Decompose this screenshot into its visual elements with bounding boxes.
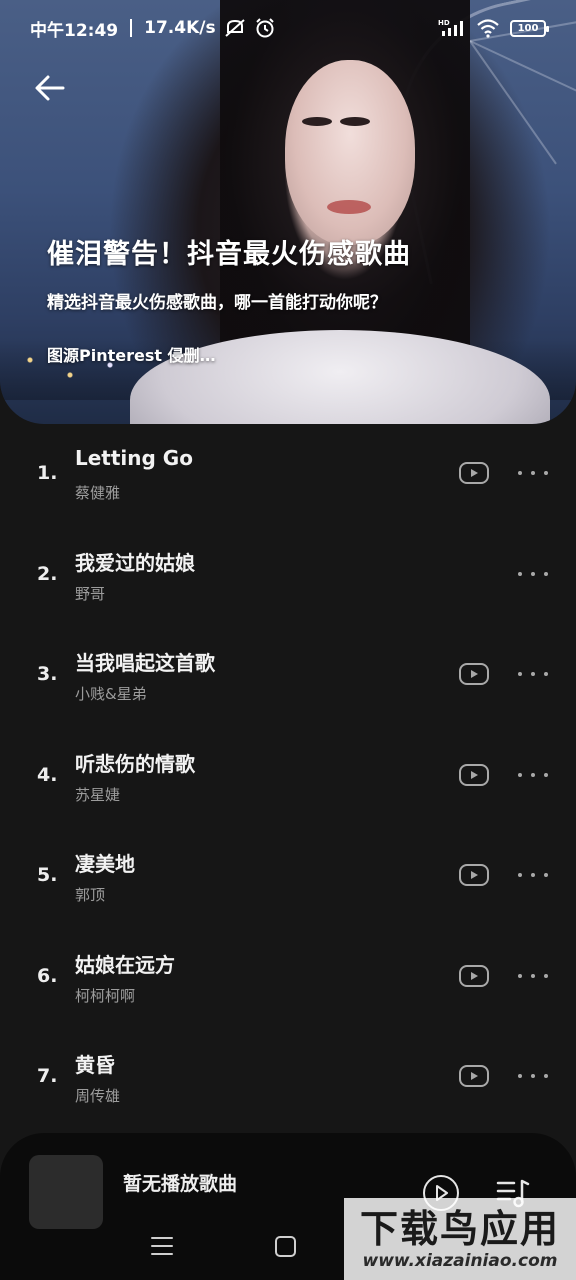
mute-icon (224, 19, 245, 37)
more-options-button[interactable] (518, 866, 548, 884)
playlist-description-more[interactable]: 图源Pinterest 侵删… (47, 342, 216, 366)
mv-button[interactable] (459, 1065, 489, 1087)
song-index: 6. (37, 964, 58, 987)
song-row[interactable]: 4. 听悲伤的情歌 苏星婕 (0, 726, 576, 827)
battery-level: 100 (517, 22, 539, 34)
more-dots-icon (531, 672, 535, 676)
song-title: 当我唱起这首歌 (75, 651, 215, 675)
battery-icon: 100 (510, 19, 549, 37)
song-title: 我爱过的姑娘 (75, 550, 195, 575)
song-title: 听悲伤的情歌 (75, 751, 195, 776)
video-play-icon (471, 770, 478, 779)
playlist-subtitle: 精选抖音最火伤感歌曲，哪一首能打动你呢？ (47, 293, 387, 313)
menu-line (151, 1245, 173, 1247)
menu-line (151, 1253, 173, 1255)
more-dots-icon (544, 571, 548, 576)
status-separator (130, 19, 133, 37)
song-title: Letting Go (75, 446, 193, 470)
more-dots-icon (544, 873, 548, 877)
more-dots-icon (518, 1074, 522, 1078)
song-row[interactable]: 1. Letting Go 蔡健雅 (0, 424, 576, 525)
more-dots-icon (544, 672, 548, 676)
more-options-button[interactable] (518, 464, 548, 482)
mv-button[interactable] (459, 864, 489, 886)
more-dots-icon (531, 873, 535, 877)
more-dots-icon (518, 471, 522, 475)
mv-button[interactable] (459, 964, 489, 987)
song-artist: 野哥 (75, 584, 106, 603)
song-artist: 蔡健雅 (75, 484, 121, 502)
watermark-url: www.xiazainiao.com (362, 1251, 558, 1271)
more-options-button[interactable] (518, 665, 548, 683)
song-index: 1. (37, 462, 58, 484)
now-playing-text: 暂无播放歌曲 (123, 1173, 238, 1195)
song-artist: 小贱&星弟 (75, 685, 147, 703)
mv-button[interactable] (459, 763, 489, 786)
more-dots-icon (518, 973, 522, 978)
more-dots-icon (531, 471, 535, 475)
song-list: 1. Letting Go 蔡健雅 2. 我爱过的姑娘 野哥 3. 当我唱起这首… (0, 424, 576, 1128)
more-dots-icon (544, 772, 548, 777)
video-play-icon (471, 871, 478, 879)
song-artist: 苏星婕 (75, 785, 121, 804)
song-index: 2. (37, 562, 58, 585)
status-time: 中午12:49 (30, 20, 119, 41)
watermark: 下载鸟应用 www.xiazainiao.com (344, 1198, 576, 1280)
more-options-button[interactable] (518, 766, 548, 784)
lips-shape (327, 200, 371, 214)
song-index: 5. (37, 864, 58, 886)
status-bar: 中午12:49 17.4K/s HD 100 (0, 0, 576, 56)
more-dots-icon (531, 973, 535, 978)
song-title: 凄美地 (75, 852, 135, 876)
watermark-logo: 下载鸟应用 (359, 1206, 560, 1251)
song-artist: 周传雄 (75, 1087, 121, 1105)
song-row[interactable]: 2. 我爱过的姑娘 野哥 (0, 525, 576, 626)
song-title: 黄昏 (75, 1053, 115, 1077)
alarm-icon (255, 18, 274, 38)
mv-button[interactable] (459, 462, 489, 484)
face-shape (285, 60, 415, 245)
more-dots-icon (518, 873, 522, 877)
song-index: 3. (37, 663, 58, 685)
song-artist: 柯柯柯啊 (75, 986, 136, 1005)
menu-line (151, 1237, 173, 1239)
song-title: 姑娘在远方 (75, 952, 175, 977)
more-dots-icon (544, 1074, 548, 1078)
recent-apps-button[interactable] (151, 1237, 173, 1255)
hd-label: HD (438, 19, 450, 27)
album-cover[interactable] (29, 1155, 103, 1229)
eye-shape (340, 117, 370, 126)
network-speed: 17.4K/s (144, 18, 216, 38)
more-dots-icon (544, 973, 548, 978)
video-play-icon (471, 1072, 478, 1080)
song-index: 7. (37, 1065, 58, 1087)
arrow-left-icon (35, 75, 65, 101)
wifi-icon (477, 19, 499, 38)
song-artist: 郭顶 (75, 886, 106, 904)
video-play-icon (471, 971, 478, 980)
song-index: 4. (37, 763, 58, 786)
more-options-button[interactable] (518, 565, 548, 583)
more-dots-icon (531, 571, 535, 576)
song-row[interactable]: 5. 凄美地 郭顶 (0, 826, 576, 927)
song-row[interactable]: 3. 当我唱起这首歌 小贱&星弟 (0, 625, 576, 726)
more-dots-icon (544, 471, 548, 475)
playlist-title: 催泪警告！抖音最火伤感歌曲 (47, 239, 411, 270)
video-play-icon (471, 670, 478, 678)
more-options-button[interactable] (518, 1067, 548, 1085)
mv-button[interactable] (459, 663, 489, 685)
home-button[interactable] (275, 1236, 296, 1257)
song-row[interactable]: 6. 姑娘在远方 柯柯柯啊 (0, 927, 576, 1028)
signal-icon: HD (438, 19, 463, 36)
more-dots-icon (531, 772, 535, 777)
more-dots-icon (518, 672, 522, 676)
more-dots-icon (531, 1074, 535, 1078)
more-options-button[interactable] (518, 967, 548, 985)
eye-shape (302, 117, 332, 126)
more-dots-icon (518, 772, 522, 777)
video-play-icon (471, 469, 478, 477)
song-row[interactable]: 7. 黄昏 周传雄 (0, 1027, 576, 1128)
more-dots-icon (518, 571, 522, 576)
back-button[interactable] (30, 68, 70, 108)
